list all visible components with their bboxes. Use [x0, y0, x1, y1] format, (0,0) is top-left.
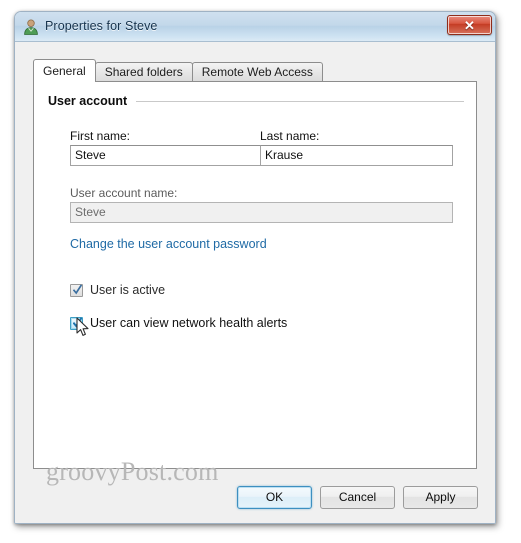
- checkbox-view-network-health-alerts[interactable]: User can view network health alerts: [70, 314, 287, 332]
- dialog-client-area: General Shared folders Remote Web Access…: [15, 42, 495, 523]
- checkbox-label-user-is-active: User is active: [90, 283, 166, 297]
- checkbox-box-view-network-health-alerts[interactable]: [70, 316, 83, 330]
- ok-button[interactable]: OK: [237, 486, 312, 509]
- checkbox-label-view-network-health-alerts: User can view network health alerts: [90, 316, 288, 330]
- user-account-name-label: User account name:: [70, 186, 178, 200]
- properties-dialog: Properties for Steve ✕ General Shared fo…: [14, 11, 496, 524]
- first-name-input[interactable]: Steve: [70, 145, 266, 166]
- watermark: groovyPost.com: [46, 457, 219, 486]
- window-title: Properties for Steve: [45, 19, 158, 33]
- checkbox-user-is-active[interactable]: User is active: [70, 281, 165, 299]
- checkbox-box-user-is-active[interactable]: [70, 283, 83, 297]
- tab-shared-folders-label: Shared folders: [104, 65, 183, 79]
- tab-general-label: General: [43, 64, 86, 78]
- first-name-label: First name:: [70, 129, 131, 143]
- close-icon: ✕: [464, 18, 475, 33]
- tab-strip: General Shared folders Remote Web Access: [33, 59, 323, 82]
- tab-panel-general: User account First name: Steve Last name…: [33, 81, 477, 469]
- close-button[interactable]: ✕: [447, 15, 492, 35]
- last-name-input[interactable]: Krause: [260, 145, 453, 166]
- cancel-button[interactable]: Cancel: [320, 486, 395, 509]
- user-account-group-header: User account: [48, 92, 464, 110]
- checkmark-icon: [73, 316, 82, 330]
- group-divider: [136, 100, 464, 102]
- tab-remote-web-access-label: Remote Web Access: [201, 65, 313, 79]
- last-name-label: Last name:: [260, 129, 320, 143]
- tab-shared-folders[interactable]: Shared folders: [94, 62, 193, 81]
- page-background: Properties for Steve ✕ General Shared fo…: [0, 0, 521, 543]
- user-account-name-input: Steve: [70, 202, 453, 223]
- title-bar[interactable]: Properties for Steve ✕: [15, 12, 495, 42]
- tab-general[interactable]: General: [33, 59, 96, 82]
- checkmark-icon: [73, 283, 82, 297]
- change-password-link[interactable]: Change the user account password: [70, 237, 267, 251]
- user-account-icon: [22, 18, 40, 36]
- group-title: User account: [48, 94, 128, 108]
- dialog-button-bar: OK Cancel Apply: [237, 486, 478, 509]
- tab-remote-web-access[interactable]: Remote Web Access: [191, 62, 323, 81]
- apply-button[interactable]: Apply: [403, 486, 478, 509]
